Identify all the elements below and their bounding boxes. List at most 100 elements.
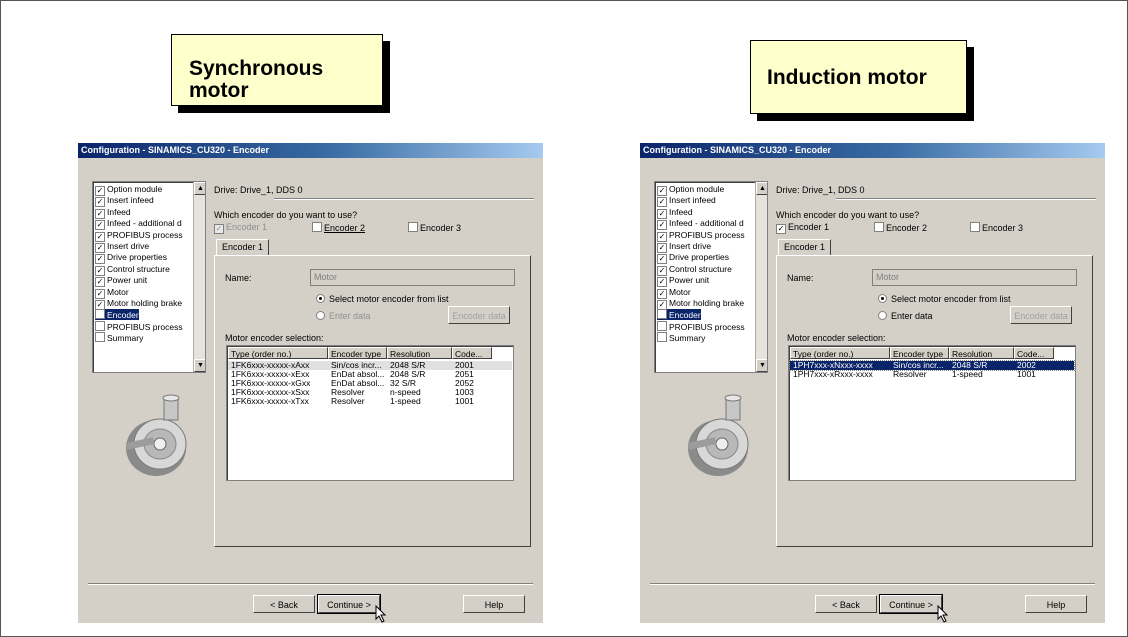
checkbox-unchecked-icon [657,309,667,320]
config-step-item[interactable]: ✓ Control structure [657,264,732,276]
config-step-label: Summary [669,333,706,344]
help-button[interactable]: Help [1025,595,1087,613]
config-step-item[interactable]: PROFIBUS process [95,320,183,332]
table-row[interactable]: 1PH7xxx-xRxxx-xxxx Resolver 1-speed 1001 [790,370,1074,379]
config-step-item[interactable]: PROFIBUS process [657,320,745,332]
config-step-item[interactable]: ✓ PROFIBUS process [657,230,745,242]
config-step-item[interactable]: ✓ Drive properties [95,252,167,265]
config-step-label: Drive properties [669,252,729,263]
config-step-item[interactable]: ✓ Insert drive [657,241,711,253]
scroll-up-icon[interactable]: ▲ [194,182,205,195]
config-step-label: Option module [107,184,163,194]
header-separator [836,198,1096,200]
encoder-selection-table[interactable]: Type (order no.) Encoder type Resolution Co… [226,345,514,481]
config-step-item[interactable]: ✓ Motor [95,286,129,299]
column-header[interactable]: Encoder type [328,347,387,359]
encoder-3-checkbox[interactable]: Encoder 3 [408,222,461,233]
config-step-item[interactable]: ✓ Control structure [95,264,170,276]
encoder-3-label: Encoder 3 [982,223,1024,233]
scroll-down-icon[interactable]: ▼ [756,359,767,372]
encoder-config-dialog: Configuration - SINAMICS_CU320 - Encoder… [640,143,1105,623]
config-step-label: Infeed [669,206,693,217]
encoder-data-button[interactable]: Encoder data [1010,306,1072,324]
radio-enter-data[interactable]: Enter data [878,311,933,321]
column-header[interactable]: Type (order no.) [228,347,328,359]
config-step-item[interactable]: ✓ Infeed - additional d [657,218,744,231]
column-header[interactable]: Code... [1014,347,1054,359]
selection-label: Motor encoder selection: [225,333,324,343]
config-step-item[interactable]: ✓ Infeed [657,206,693,219]
config-step-item[interactable]: Summary [95,332,143,343]
radio-select-from-list[interactable]: Select motor encoder from list [878,294,1011,304]
config-step-item[interactable]: ✓ Motor [657,287,691,299]
encoder-selection-table[interactable]: Type (order no.) Encoder type Resolution Co… [788,345,1076,481]
column-header[interactable]: Type (order no.) [790,347,890,359]
radio-select-from-list[interactable]: Select motor encoder from list [316,294,449,304]
config-step-item[interactable]: Summary [657,332,705,343]
tab-encoder-1[interactable]: Encoder 1 [778,239,832,256]
column-header[interactable]: Code... [452,347,492,359]
radio-enter-data[interactable]: Enter data [316,311,371,321]
encoder-1-checkbox[interactable]: ✓ Encoder 1 [776,222,829,234]
config-step-item[interactable]: ✓ Power unit [95,275,147,288]
checkbox-checked-icon: ✓ [214,224,224,234]
column-header[interactable]: Encoder type [890,347,949,359]
column-header[interactable]: Resolution [387,347,452,359]
config-step-list[interactable]: ✓ Option module ✓ Insert infeed ✓ Infeed ✓ Infe… [654,181,768,373]
encoder-2-checkbox[interactable]: Encoder 2 [874,222,927,233]
column-header[interactable]: Resolution [949,347,1014,359]
config-step-item[interactable]: ✓ Insert drive [95,241,149,253]
config-step-label: PROFIBUS process [107,229,183,240]
step-list-scrollbar[interactable]: ▲ ▼ [755,182,767,372]
callout-line2: motor [189,79,249,102]
radio-select-label: Select motor encoder from list [891,294,1011,304]
dialog-titlebar[interactable]: Configuration - SINAMICS_CU320 - Encoder [640,143,1105,158]
dialog-titlebar[interactable]: Configuration - SINAMICS_CU320 - Encoder [78,143,543,158]
table-cell: Resolver [893,369,927,379]
config-step-item[interactable]: ✓ Option module [657,184,724,196]
radio-unselected-icon [878,311,887,320]
config-step-item[interactable]: ✓ Drive properties [657,252,729,265]
config-step-item[interactable]: ✓ Motor holding brake [95,298,182,310]
config-step-item[interactable]: Encoder [657,309,701,321]
callout-synchronous-motor: Synchronous motor [171,34,383,106]
encoder-data-button[interactable]: Encoder data [448,306,510,324]
table-row[interactable]: 1FK6xxx-xxxxx-xTxx Resolver 1-speed 1001 [228,397,512,406]
encoder-3-label: Encoder 3 [420,223,462,233]
encoder-3-checkbox[interactable]: Encoder 3 [970,222,1023,233]
back-button[interactable]: < Back [253,595,315,613]
tab-encoder-1[interactable]: Encoder 1 [216,239,270,256]
config-step-item[interactable]: ✓ Infeed - additional d [95,218,182,231]
callout-line1: Induction motor [767,66,927,89]
encoder-2-checkbox[interactable]: Encoder 2 [312,222,365,233]
checkbox-unchecked-icon [95,320,105,331]
config-step-list[interactable]: ✓ Option module ✓ Insert infeed ✓ Infeed ✓ Infe… [92,181,206,373]
step-list-scrollbar[interactable]: ▲ ▼ [193,182,205,372]
scroll-down-icon[interactable]: ▼ [194,359,205,372]
config-step-item[interactable]: Encoder [95,309,139,321]
encoder-1-checkbox[interactable]: ✓ Encoder 1 [214,222,267,234]
name-field[interactable]: Motor [310,269,515,286]
encoder-2-label: Encoder 2 [886,223,928,233]
config-step-item[interactable]: ✓ Insert infeed [657,195,716,208]
config-step-label: Motor [107,286,129,297]
help-button[interactable]: Help [463,595,525,613]
table-cell: 1001 [455,396,474,406]
continue-button[interactable]: Continue > [879,594,943,614]
table-cell: 1PH7xxx-xRxxx-xxxx [793,369,873,379]
tab-label: Encoder 1 [222,242,264,252]
config-step-item[interactable]: ✓ Insert infeed [95,195,154,208]
back-button[interactable]: < Back [815,595,877,613]
name-field[interactable]: Motor [872,269,1077,286]
config-step-item[interactable]: ✓ Power unit [657,275,709,288]
config-step-item[interactable]: ✓ Infeed [95,207,131,219]
checkbox-unchecked-icon [95,309,105,320]
continue-button[interactable]: Continue > [317,594,381,614]
config-step-item[interactable]: ✓ Motor holding brake [657,298,744,310]
mouse-pointer-icon [375,605,387,623]
scroll-up-icon[interactable]: ▲ [756,182,767,195]
config-step-item[interactable]: ✓ PROFIBUS process [95,229,183,242]
table-cell: 1FK6xxx-xxxxx-xTxx [231,396,309,406]
config-step-label: Insert infeed [669,195,716,206]
config-step-item[interactable]: ✓ Option module [95,184,163,196]
